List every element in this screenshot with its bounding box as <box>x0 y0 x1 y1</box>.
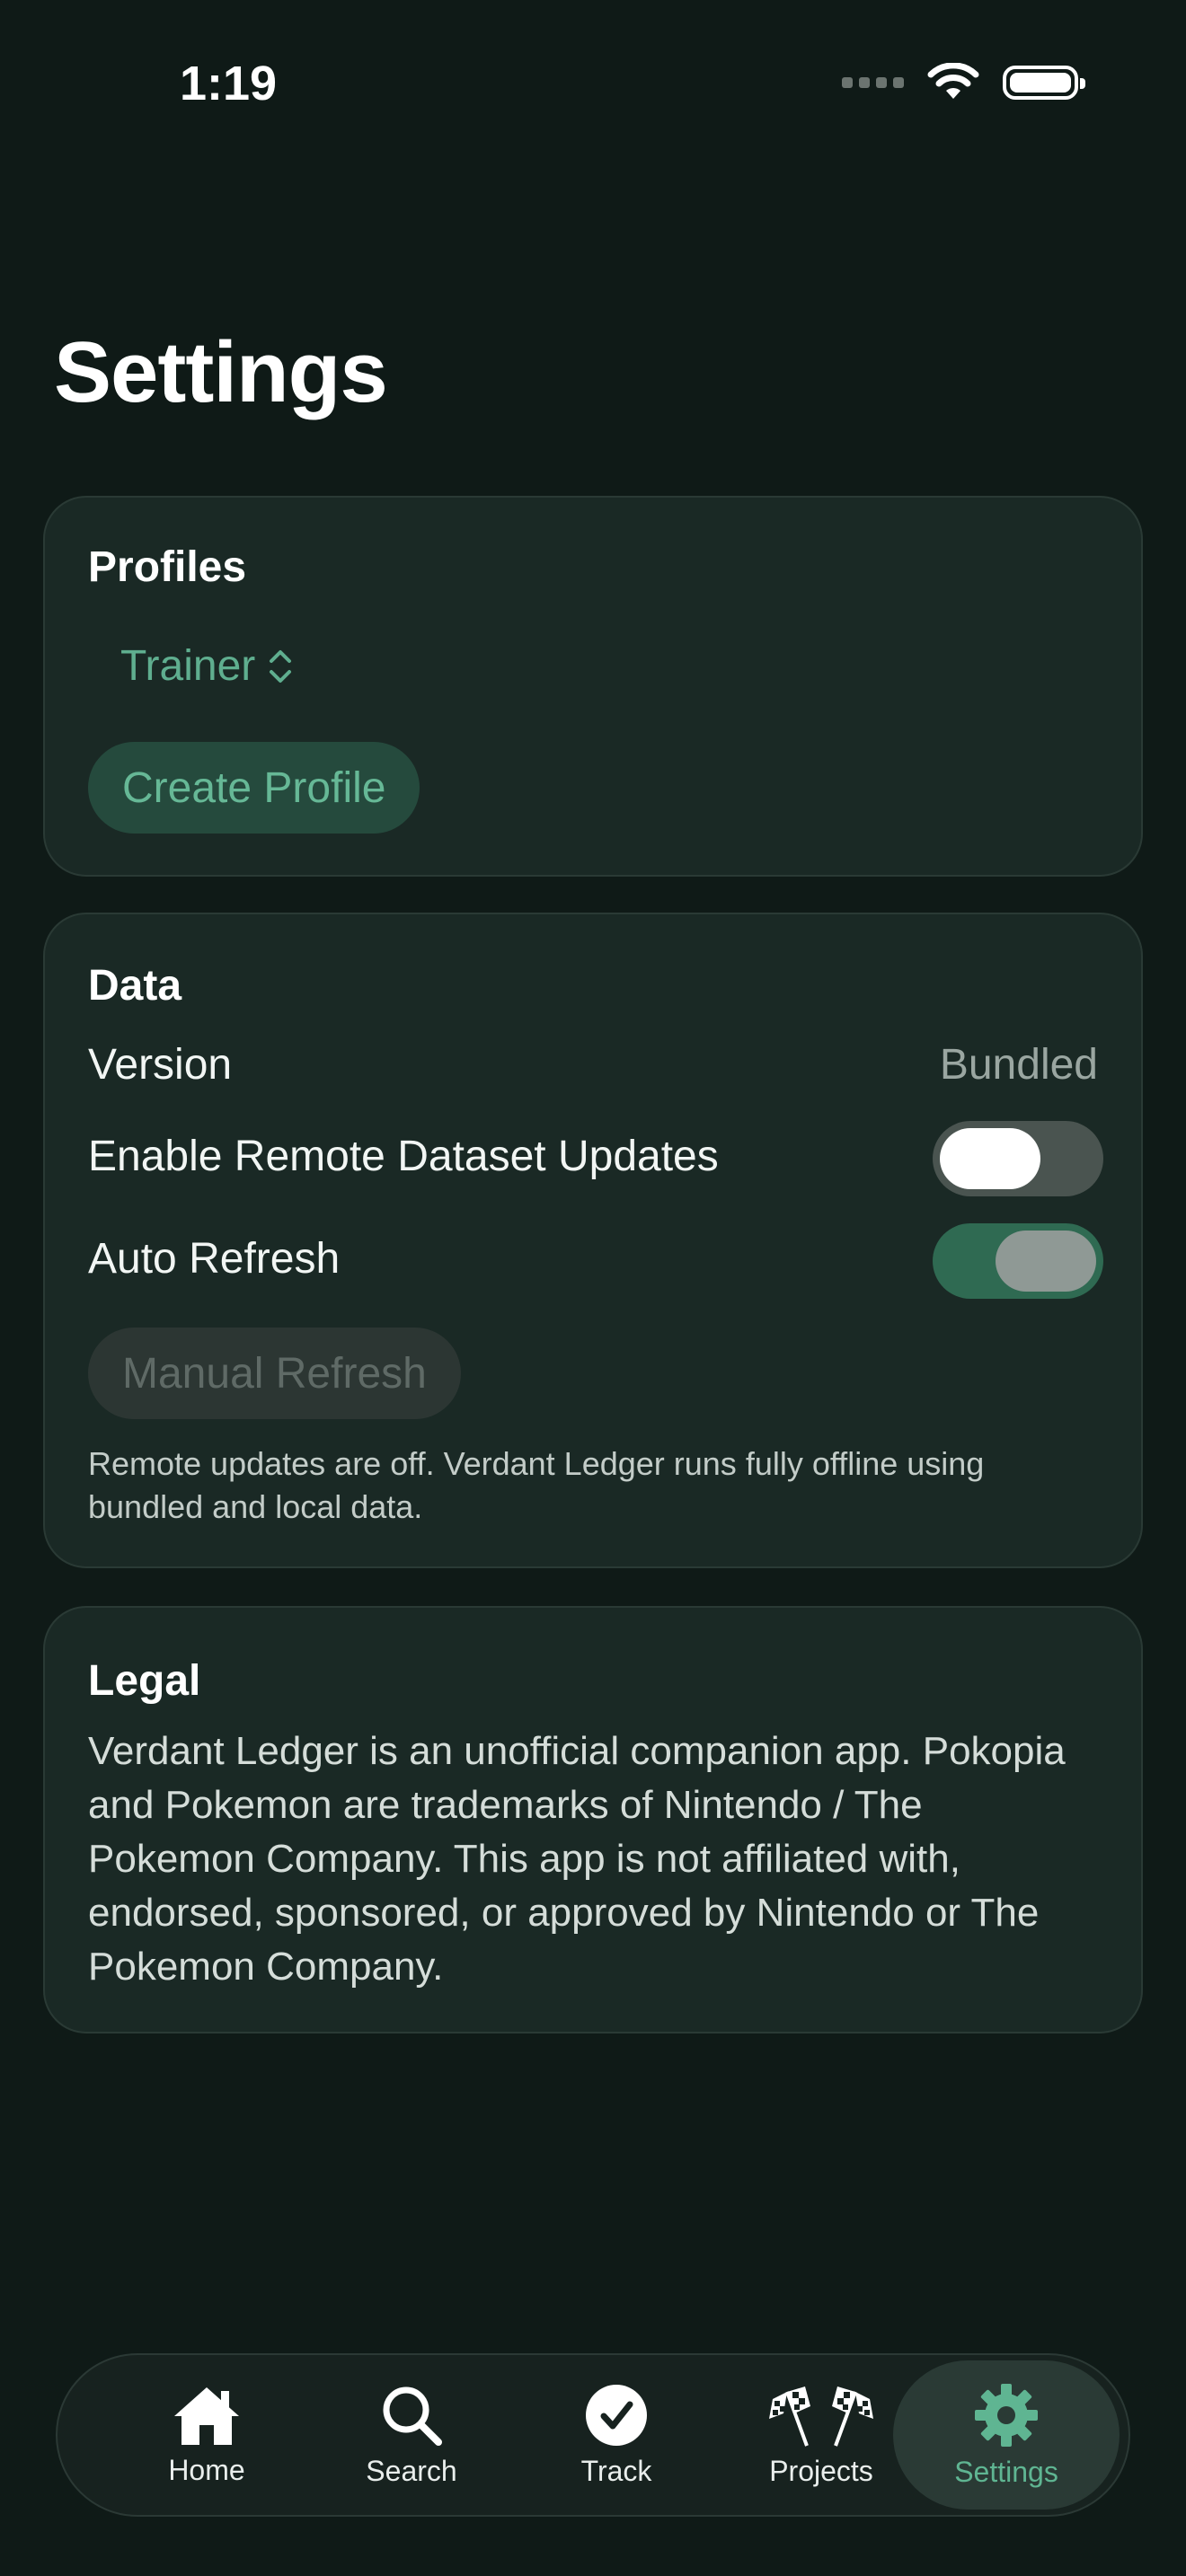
tab-label: Search <box>366 2454 457 2487</box>
data-note: Remote updates are off. Verdant Ledger r… <box>88 1445 985 1525</box>
profile-picker[interactable]: Trainer <box>120 641 293 691</box>
auto-refresh-toggle[interactable] <box>933 1223 1103 1299</box>
tab-track[interactable]: Track <box>516 2360 717 2510</box>
checkered-flags-icon <box>769 2386 873 2447</box>
auto-refresh-label: Auto Refresh <box>88 1235 341 1283</box>
version-label: Version <box>88 1041 233 1089</box>
page-title: Settings <box>54 324 388 420</box>
tab-label: Settings <box>954 2455 1058 2488</box>
chevron-up-down-icon <box>270 649 292 683</box>
gear-icon <box>975 2383 1038 2447</box>
legal-card: Legal Verdant Ledger is an unofficial co… <box>43 1606 1143 2033</box>
profiles-section-title: Profiles <box>88 543 247 591</box>
version-value: Bundled <box>939 1041 1098 1089</box>
tab-projects[interactable]: Projects <box>721 2360 922 2510</box>
home-icon <box>174 2386 239 2445</box>
create-profile-button[interactable]: Create Profile <box>88 742 420 834</box>
checkmark-circle-icon <box>586 2384 647 2446</box>
remote-updates-label: Enable Remote Dataset Updates <box>88 1133 719 1180</box>
toggle-knob <box>996 1231 1096 1292</box>
manual-refresh-button[interactable]: Manual Refresh <box>88 1328 461 1419</box>
tab-label: Track <box>580 2454 652 2487</box>
remote-updates-toggle[interactable] <box>933 1121 1103 1196</box>
legal-text: Verdant Ledger is an unofficial companio… <box>88 1729 1066 1989</box>
legal-section-title: Legal <box>88 1657 201 1705</box>
data-card: Data Version Bundled Enable Remote Datas… <box>43 913 1143 1568</box>
cellular-signal-icon <box>842 77 904 88</box>
tab-settings[interactable]: Settings <box>893 2360 1120 2510</box>
profiles-card: Profiles Trainer Create Profile <box>43 496 1143 877</box>
battery-icon <box>1003 66 1085 100</box>
tab-label: Projects <box>769 2454 873 2487</box>
data-section-title: Data <box>88 962 182 1010</box>
tab-label: Home <box>168 2453 245 2486</box>
search-icon <box>383 2386 442 2446</box>
profile-picker-value: Trainer <box>120 642 256 690</box>
status-icons <box>842 63 1085 102</box>
tab-bar: Home Search Track Projects Settings <box>56 2353 1130 2517</box>
toggle-knob <box>940 1128 1040 1189</box>
wifi-icon <box>927 63 979 99</box>
tab-search[interactable]: Search <box>311 2360 512 2510</box>
status-time: 1:19 <box>180 57 278 110</box>
tab-home[interactable]: Home <box>106 2360 307 2510</box>
